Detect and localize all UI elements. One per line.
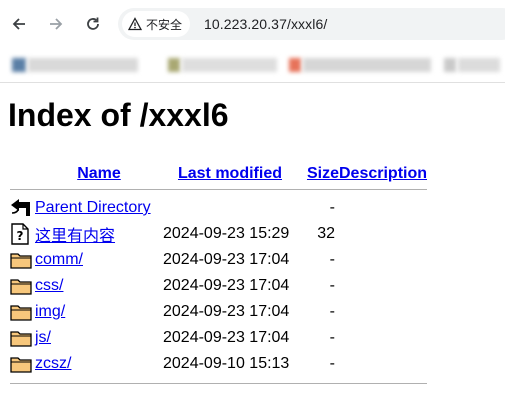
unknown-file-icon: ? [11, 223, 29, 245]
row-date: 2024-09-23 15:29 [163, 225, 290, 242]
folder-icon [10, 253, 32, 269]
address-bar[interactable]: 不安全 10.223.20.37/xxxl6/ [118, 8, 505, 40]
sort-by-description-link[interactable]: Description [339, 165, 427, 182]
page-title: Index of /xxxl6 [8, 97, 229, 133]
bookmark-item[interactable] [458, 58, 500, 72]
back-icon [11, 199, 30, 216]
security-label: 不安全 [146, 17, 183, 32]
size-column-header: Size [297, 157, 339, 183]
row-date: 2024-09-23 17:04 [163, 329, 290, 346]
sort-by-last-modified-link[interactable]: Last modified [178, 165, 282, 182]
table-row: img/ 2024-09-23 17:04 - [8, 299, 427, 325]
table-row: js/ 2024-09-23 17:04 - [8, 325, 427, 351]
row-size: - [329, 199, 335, 216]
folder-link[interactable]: css/ [35, 277, 63, 294]
url-text[interactable]: 10.223.20.37/xxxl6/ [204, 16, 327, 32]
row-date: 2024-09-23 17:04 [163, 251, 290, 268]
directory-listing-table: Name Last modified Size Description Pare… [8, 157, 428, 389]
arrow-left-icon [12, 18, 25, 30]
table-row: ? 这里有内容 2024-09-23 15:29 32 [8, 221, 427, 247]
back-button[interactable] [8, 13, 30, 35]
separator-row [8, 377, 428, 389]
separator-line [10, 382, 428, 384]
table-row: comm/ 2024-09-23 17:04 - [8, 247, 427, 273]
warning-icon [128, 17, 142, 31]
row-size: - [329, 277, 335, 294]
bookmark-favicon[interactable] [12, 58, 26, 72]
bookmark-favicon[interactable] [289, 58, 301, 72]
description-column-header: Description [339, 157, 427, 183]
reload-icon [87, 17, 99, 30]
table-row: Parent Directory - [8, 195, 427, 221]
row-date: 2024-09-10 15:13 [163, 355, 290, 372]
last-modified-column-header: Last modified [163, 157, 297, 183]
row-date [163, 195, 297, 221]
row-size: - [329, 251, 335, 268]
sort-by-name-link[interactable]: Name [77, 165, 121, 182]
separator-row [8, 183, 428, 195]
separator-line [10, 188, 428, 190]
bookmarks-bar [0, 48, 505, 83]
svg-text:?: ? [17, 229, 24, 243]
folder-link[interactable]: img/ [35, 303, 65, 320]
row-size: 32 [317, 225, 335, 242]
folder-link[interactable]: js/ [35, 329, 51, 346]
parent-directory-link[interactable]: Parent Directory [35, 199, 151, 216]
folder-icon [10, 279, 32, 295]
table-row: css/ 2024-09-23 17:04 - [8, 273, 427, 299]
forward-button[interactable] [45, 13, 67, 35]
name-column-header: Name [35, 157, 163, 183]
sort-by-size-link[interactable]: Size [307, 165, 339, 182]
bookmark-favicon[interactable] [168, 58, 180, 72]
bookmark-item[interactable] [303, 58, 431, 72]
site-info-chip[interactable]: 不安全 [122, 11, 191, 37]
bookmark-favicon[interactable] [444, 58, 456, 72]
folder-icon [10, 305, 32, 321]
bookmark-item[interactable] [28, 58, 138, 72]
row-date: 2024-09-23 17:04 [163, 303, 290, 320]
icon-column-header [8, 157, 35, 183]
bookmark-item[interactable] [182, 58, 277, 72]
folder-link[interactable]: zcsz/ [35, 355, 71, 372]
row-size: - [329, 355, 335, 372]
page-content: Index of /xxxl6 Name Last modified Size … [0, 95, 505, 389]
row-size: - [329, 303, 335, 320]
browser-toolbar: 不安全 10.223.20.37/xxxl6/ [0, 0, 505, 48]
row-size: - [329, 329, 335, 346]
reload-button[interactable] [82, 13, 104, 35]
folder-link[interactable]: comm/ [35, 251, 83, 268]
file-link[interactable]: 这里有内容 [35, 228, 115, 245]
arrow-right-icon [50, 18, 63, 30]
row-date: 2024-09-23 17:04 [163, 277, 290, 294]
folder-icon [10, 331, 32, 347]
table-row: zcsz/ 2024-09-10 15:13 - [8, 351, 427, 377]
table-header-row: Name Last modified Size Description [8, 157, 427, 183]
folder-icon [10, 357, 32, 373]
